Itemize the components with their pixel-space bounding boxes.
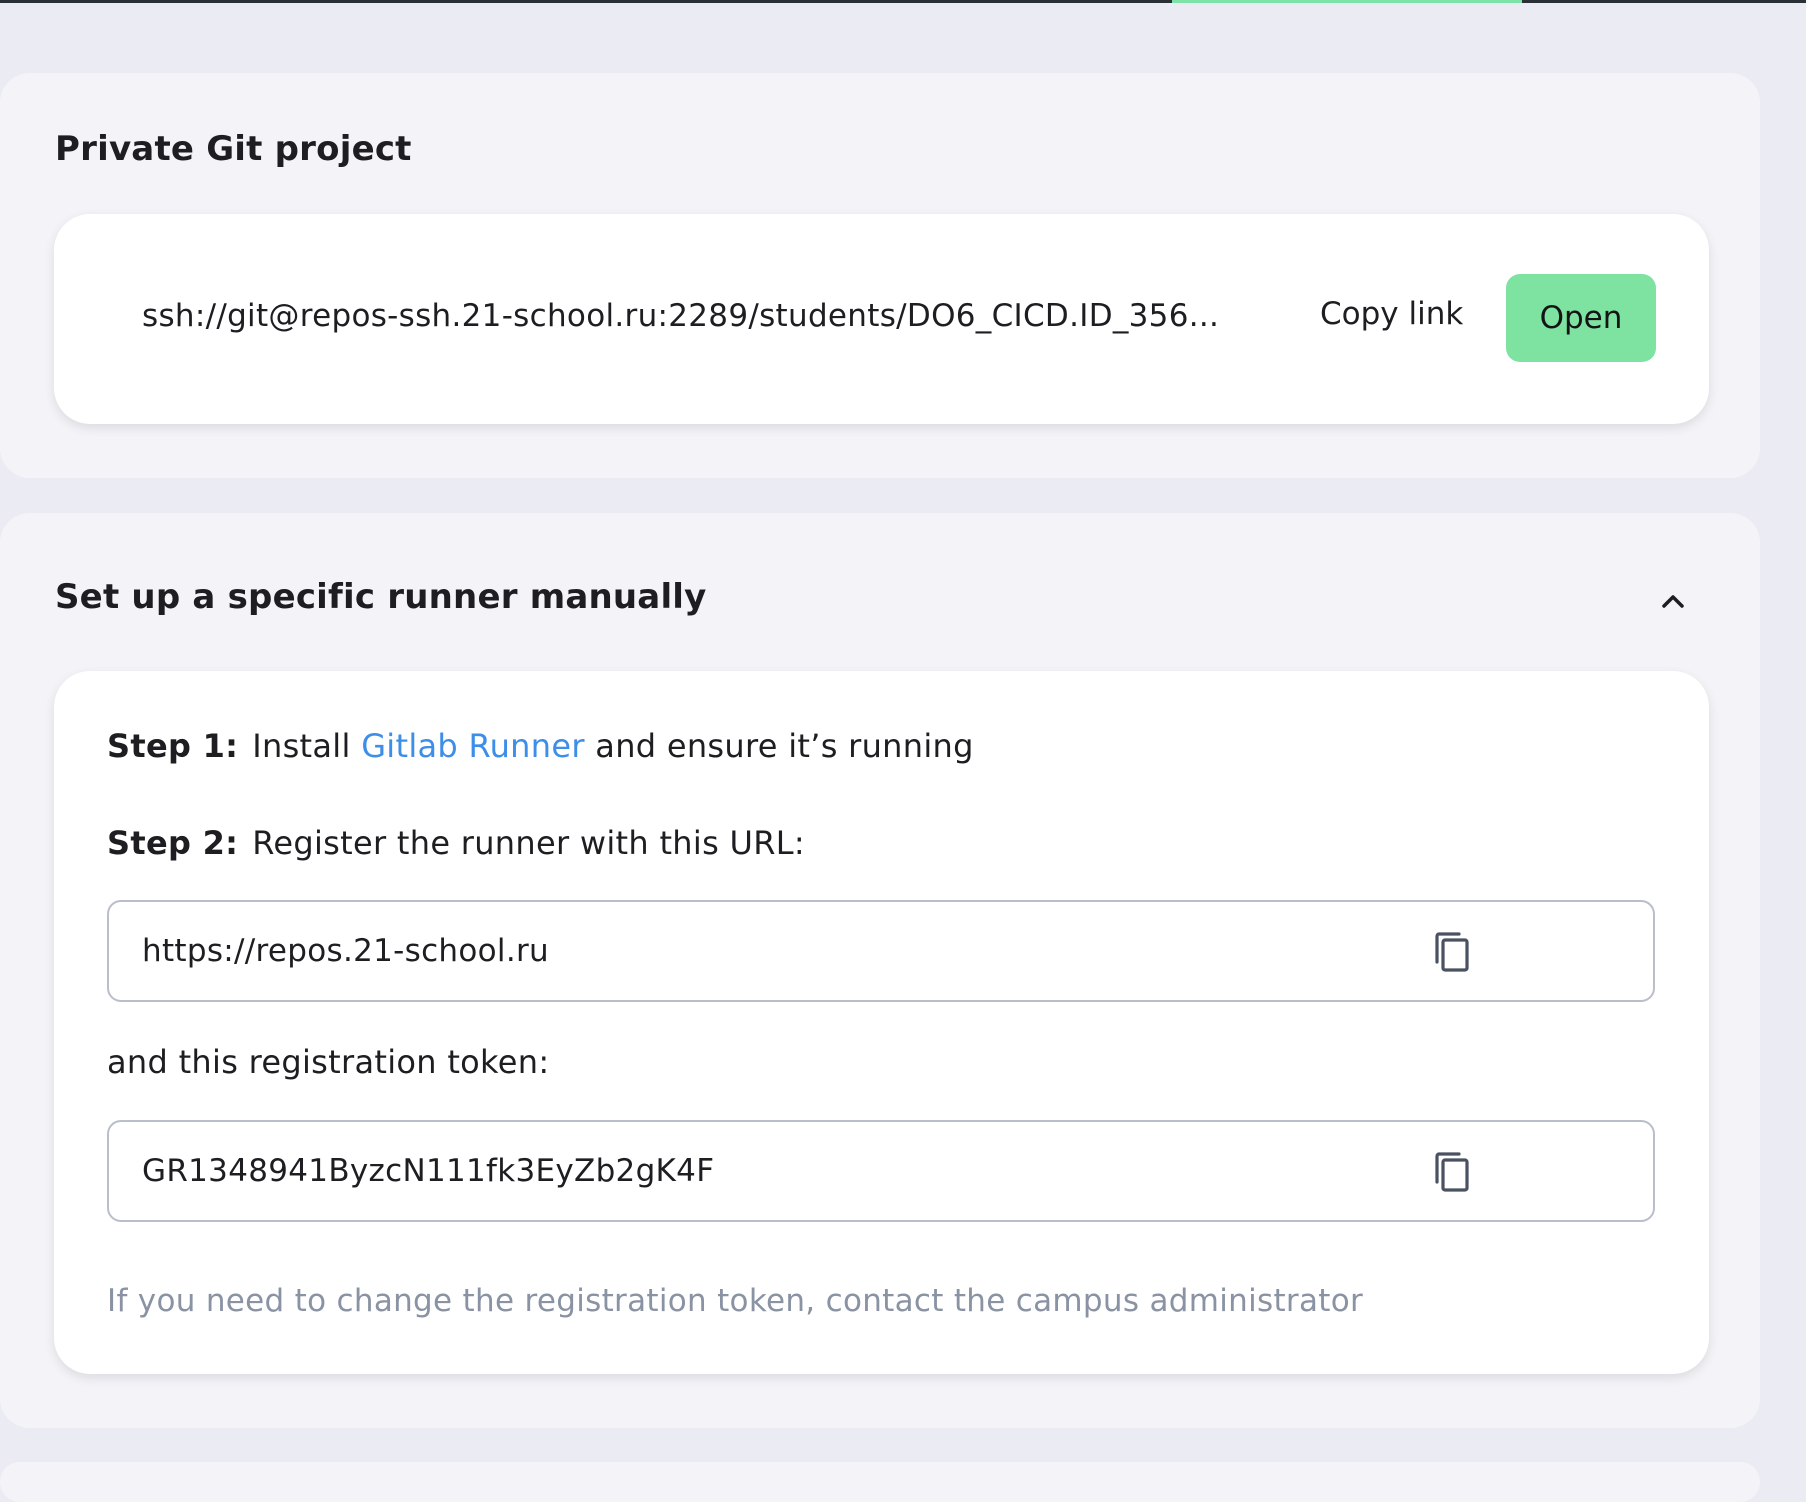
open-button[interactable]: Open <box>1506 274 1656 362</box>
step-2-text: Register the runner with this URL: <box>252 824 805 862</box>
chevron-up-icon[interactable] <box>1655 583 1691 619</box>
top-strip <box>0 0 1806 3</box>
runner-setup-section: Set up a specific runner manually Step 1… <box>0 513 1760 1428</box>
step-1-text-before: Install <box>252 727 351 765</box>
runner-setup-title: Set up a specific runner manually <box>55 577 707 617</box>
repo-link: ssh://git@repos-ssh.21-school.ru:2289/st… <box>142 298 1220 334</box>
step-1-label: Step 1: <box>107 727 239 765</box>
runner-url-field[interactable]: https://repos.21-school.ru <box>107 900 1655 1002</box>
next-section <box>0 1462 1760 1502</box>
step-2-label: Step 2: <box>107 824 239 862</box>
step-1-text-after: and ensure it’s running <box>595 727 974 765</box>
copy-icon[interactable] <box>1429 1148 1477 1196</box>
runner-url-value: https://repos.21-school.ru <box>142 933 549 969</box>
active-tab-indicator <box>1172 0 1522 3</box>
git-project-section: Private Git project ssh://git@repos-ssh.… <box>0 73 1760 478</box>
copy-icon[interactable] <box>1429 928 1477 976</box>
gitlab-runner-link[interactable]: Gitlab Runner <box>361 727 585 765</box>
registration-token-field[interactable]: GR1348941ByzcN111fk3EyZb2gK4F <box>107 1120 1655 1222</box>
token-hint: If you need to change the registration t… <box>107 1283 1364 1319</box>
token-label: and this registration token: <box>107 1043 550 1081</box>
step-1: Step 1: Install Gitlab Runner and ensure … <box>107 727 974 765</box>
git-project-title: Private Git project <box>55 129 412 169</box>
runner-setup-card: Step 1: Install Gitlab Runner and ensure … <box>54 671 1709 1374</box>
copy-link-button[interactable]: Copy link <box>1320 296 1463 332</box>
step-2: Step 2: Register the runner with this URL… <box>107 824 805 862</box>
registration-token-value: GR1348941ByzcN111fk3EyZb2gK4F <box>142 1153 715 1189</box>
git-project-card: ssh://git@repos-ssh.21-school.ru:2289/st… <box>54 214 1709 424</box>
